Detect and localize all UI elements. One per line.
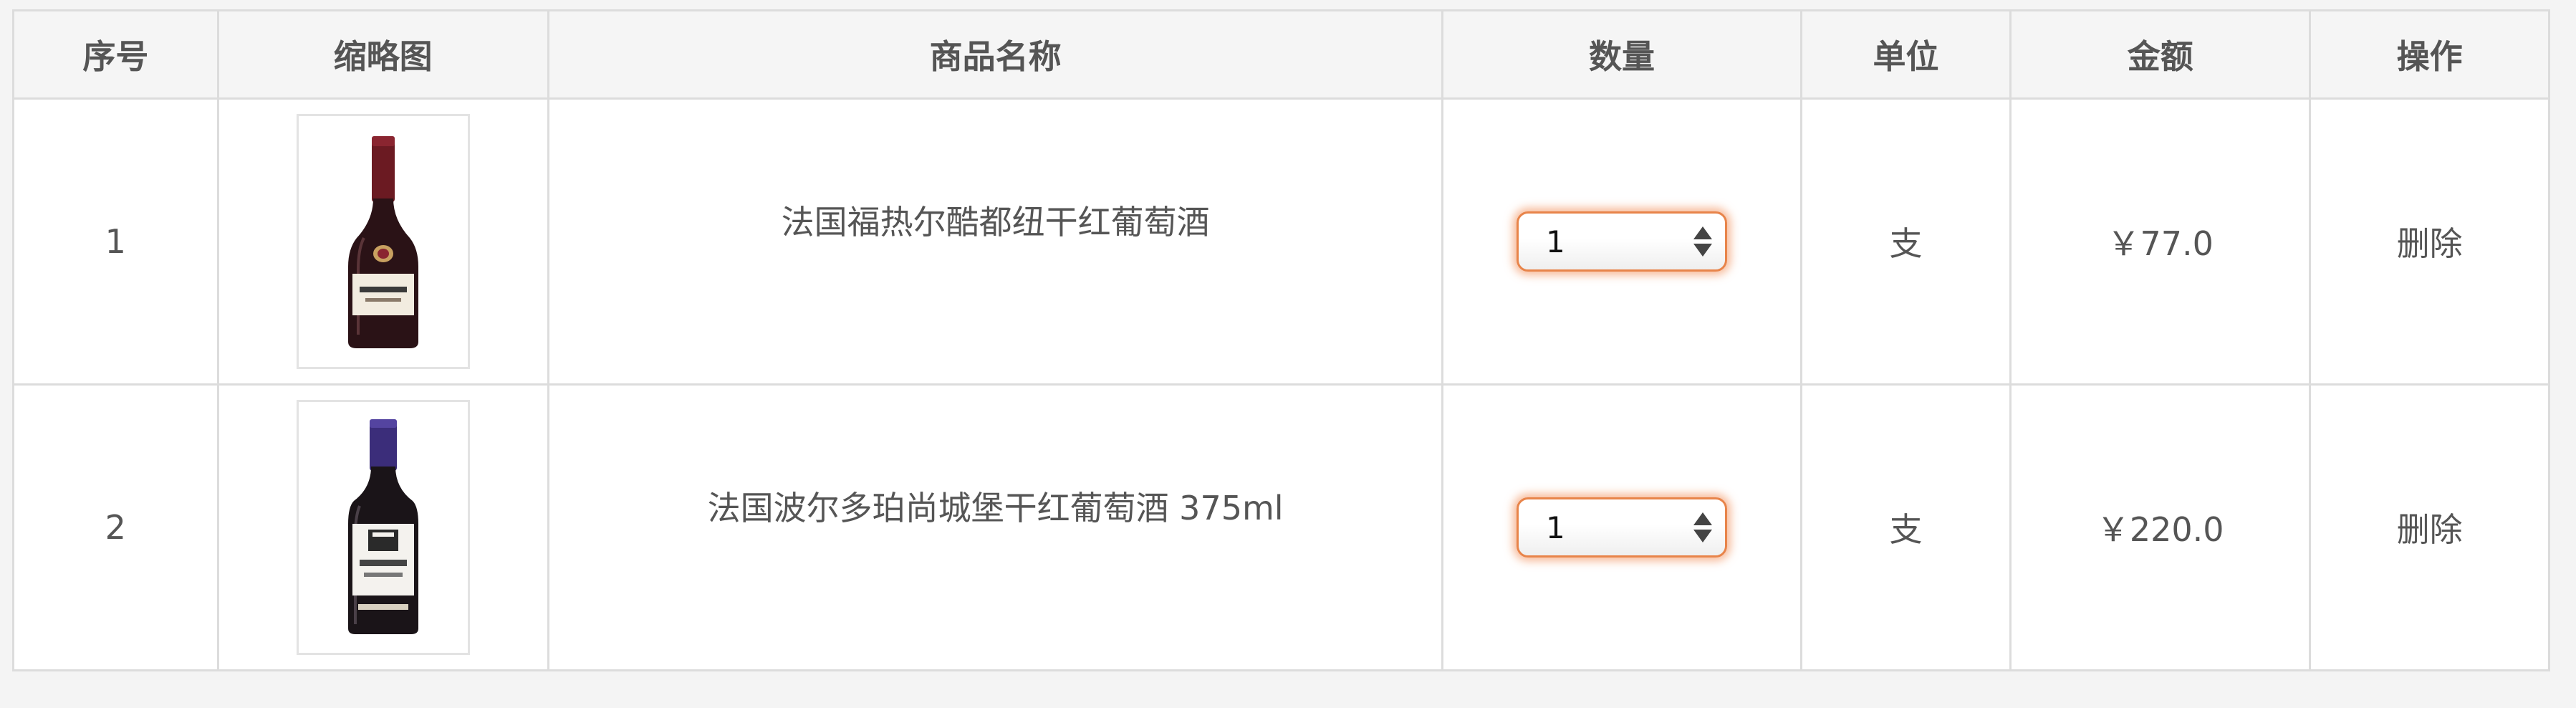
wine-bottle-icon (347, 419, 418, 634)
unit-cell: 支 (1799, 383, 2012, 671)
quantity-value[interactable]: 1 (1546, 510, 1565, 545)
decrement-arrow-icon[interactable] (1693, 530, 1713, 542)
delete-button[interactable]: 删除 (2397, 510, 2463, 549)
increment-arrow-icon[interactable] (1693, 512, 1713, 525)
quantity-cell: 1 (1441, 97, 1802, 386)
stepper-arrows (1693, 226, 1713, 257)
amount-cell: ￥220.0 (2009, 383, 2312, 671)
quantity-cell: 1 (1441, 383, 1802, 671)
quantity-stepper[interactable]: 1 (1517, 497, 1728, 558)
thumbnail-cell (216, 383, 549, 671)
product-thumbnail[interactable] (296, 400, 470, 655)
increment-arrow-icon[interactable] (1693, 226, 1713, 239)
row-index: 2 (12, 383, 219, 671)
stepper-arrows (1693, 512, 1713, 542)
quantity-value[interactable]: 1 (1546, 224, 1565, 259)
header-operation: 操作 (2309, 9, 2550, 100)
row-index: 1 (12, 97, 219, 386)
header-quantity: 数量 (1441, 9, 1802, 100)
header-row: 序号 缩略图 商品名称 数量 单位 金额 操作 (12, 9, 2550, 100)
header-amount: 金额 (2009, 9, 2312, 100)
product-name[interactable]: 法国波尔多珀尚城堡干红葡萄酒 375ml (708, 489, 1284, 527)
header-thumbnail: 缩略图 (216, 9, 549, 100)
table-row: 2 法国波尔多珀尚城堡干红葡萄酒 375ml 1 支 ￥220.0 删除 (12, 383, 2550, 671)
operation-cell: 删除 (2309, 97, 2550, 386)
quantity-stepper[interactable]: 1 (1517, 211, 1728, 272)
wine-bottle-icon (347, 136, 418, 348)
product-name-cell: 法国波尔多珀尚城堡干红葡萄酒 375ml (547, 383, 1444, 671)
amount-cell: ￥77.0 (2009, 97, 2312, 386)
product-name[interactable]: 法国福热尔酷都纽干红葡萄酒 (782, 203, 1210, 241)
thumbnail-cell (216, 97, 549, 386)
header-unit: 单位 (1799, 9, 2012, 100)
table-row: 1 法国福热尔酷都纽干红葡萄酒 1 支 ￥77.0 删除 (12, 97, 2550, 386)
delete-button[interactable]: 删除 (2397, 224, 2463, 263)
header-index: 序号 (12, 9, 219, 100)
operation-cell: 删除 (2309, 383, 2550, 671)
product-thumbnail[interactable] (296, 114, 470, 369)
unit-cell: 支 (1799, 97, 2012, 386)
product-name-cell: 法国福热尔酷都纽干红葡萄酒 (547, 97, 1444, 386)
decrement-arrow-icon[interactable] (1693, 244, 1713, 257)
cart-table: 序号 缩略图 商品名称 数量 单位 金额 操作 1 法国福热尔酷都纽干红葡萄酒 … (12, 9, 2550, 671)
table-header: 序号 缩略图 商品名称 数量 单位 金额 操作 (12, 9, 2550, 100)
header-name: 商品名称 (547, 9, 1444, 100)
